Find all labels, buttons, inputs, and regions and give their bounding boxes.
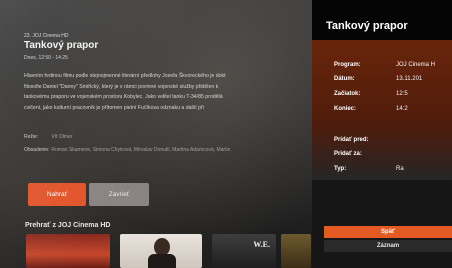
thumbnail-caption: W.E. <box>253 240 270 249</box>
row-label: Pridať za: <box>334 151 362 157</box>
related-section-title: Prehrať z JOJ Cinema HD <box>25 222 111 229</box>
record-button[interactable]: Nahrať <box>28 183 86 206</box>
row-value: 14:2 <box>396 106 408 112</box>
tv-screen: 23. JOJ Cinema HD Tankový prapor Dnes, 1… <box>0 0 452 268</box>
director-label: Režie: <box>24 134 39 140</box>
channel-line: 23. JOJ Cinema HD <box>24 33 69 39</box>
related-thumbnail[interactable] <box>120 234 202 268</box>
director-row: Režie: Vít Olmer <box>24 134 73 140</box>
related-thumbnail[interactable] <box>26 234 110 268</box>
related-thumbnail[interactable]: W.E. <box>212 234 276 268</box>
program-description: Hlavním hrdinou filmu podle stejnojmenné… <box>24 71 324 113</box>
related-thumbnail[interactable] <box>281 234 311 268</box>
row-label: Program: <box>334 62 361 68</box>
close-button[interactable]: Zavrieť <box>89 183 149 206</box>
director-value: Vít Olmer <box>51 134 73 140</box>
row-label: Koniec: <box>334 106 357 112</box>
person-image <box>148 254 176 268</box>
panel-row-type[interactable]: Typ: Ra <box>334 166 452 172</box>
back-button[interactable]: Späť <box>324 226 452 238</box>
row-value: Ra <box>396 166 404 172</box>
panel-row-start[interactable]: Začiatok: 12:5 <box>334 91 452 97</box>
panel-row-date[interactable]: Dátum: 13.11.201 <box>334 76 452 82</box>
description-line: filosofie Daniel "Danny" Smiřický, který… <box>24 83 219 90</box>
program-title: Tankový prapor <box>24 40 99 51</box>
panel-title: Tankový prapor <box>326 20 408 32</box>
recording-button[interactable]: Záznam <box>324 240 452 252</box>
program-time: Dnes, 12:50 - 14:25 <box>24 55 68 61</box>
row-value: 12:5 <box>396 91 408 97</box>
cast-value: Roman Skamene, Simona Chytrová, Miroslav… <box>51 147 231 153</box>
panel-row-add-after[interactable]: Pridať za: <box>334 151 452 157</box>
description-line: Hlavním hrdinou filmu podle stejnojmenné… <box>24 73 226 79</box>
row-label: Začiatok: <box>334 91 361 97</box>
panel-actions <box>312 180 452 268</box>
row-value: 13.11.201 <box>396 76 423 82</box>
row-label: Typ: <box>334 166 347 172</box>
panel-row-end[interactable]: Koniec: 14:2 <box>334 106 452 112</box>
description-line: tankovému praporu ve vojenském prostoru … <box>24 94 223 100</box>
description-line: cvičení, jako kulturní pracovník je přít… <box>24 104 204 111</box>
row-value: JOJ Cinema H <box>396 62 436 68</box>
row-label: Dátum: <box>334 76 355 82</box>
panel-header: Tankový prapor <box>312 0 452 40</box>
panel-row-program[interactable]: Program: JOJ Cinema H <box>334 62 452 68</box>
cast-row: Obsadenie: Roman Skamene, Simona Chytrov… <box>24 147 230 153</box>
panel-row-add-before[interactable]: Pridať pred: <box>334 137 452 143</box>
cast-label: Obsadenie: <box>24 147 50 153</box>
row-label: Pridať pred: <box>334 137 369 143</box>
